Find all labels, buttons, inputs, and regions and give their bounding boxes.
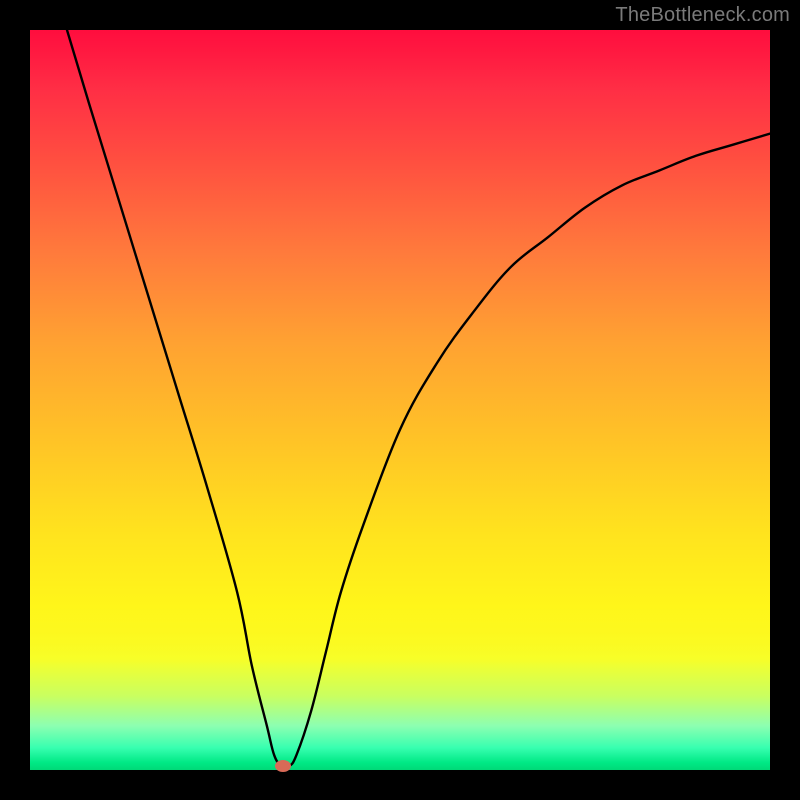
- curve-svg: [30, 30, 770, 770]
- chart-frame: TheBottleneck.com: [0, 0, 800, 800]
- watermark-text: TheBottleneck.com: [615, 4, 790, 27]
- optimal-point-dot: [275, 760, 291, 772]
- plot-area: [30, 30, 770, 770]
- bottleneck-curve-path: [67, 30, 770, 768]
- yellow-glow-band: [30, 592, 770, 666]
